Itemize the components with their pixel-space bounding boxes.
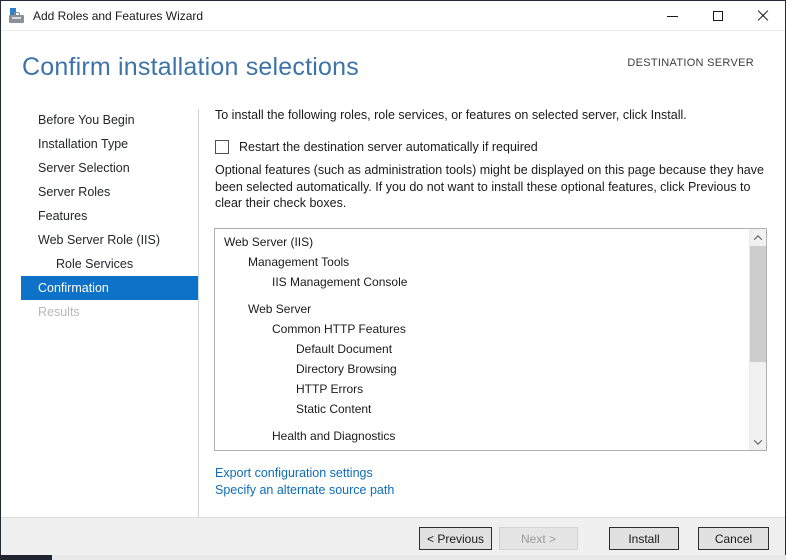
- tree-item[interactable]: HTTP Errors: [215, 379, 749, 399]
- optional-features-note: Optional features (such as administratio…: [215, 163, 764, 210]
- list-scrollbar[interactable]: [749, 229, 766, 450]
- tree-item[interactable]: Web Server (IIS): [215, 232, 749, 252]
- tree-item[interactable]: HTTP Logging: [215, 446, 749, 450]
- previous-button[interactable]: < Previous: [419, 527, 492, 550]
- tree-item[interactable]: Directory Browsing: [215, 359, 749, 379]
- wizard-window: Add Roles and Features Wizard Confirm in…: [0, 0, 786, 555]
- sidebar-item-web-server-role-iis[interactable]: Web Server Role (IIS): [21, 228, 198, 252]
- page-title: Confirm installation selections: [22, 53, 359, 81]
- minimize-icon: [667, 15, 678, 17]
- tree-item[interactable]: Health and Diagnostics: [215, 426, 749, 446]
- cancel-button[interactable]: Cancel: [698, 527, 769, 550]
- sidebar-item-installation-type[interactable]: Installation Type: [21, 132, 198, 156]
- tree-item[interactable]: Static Content: [215, 399, 749, 419]
- sidebar-divider: [198, 109, 199, 517]
- sidebar-item-before-you-begin[interactable]: Before You Begin: [21, 108, 198, 132]
- restart-checkbox[interactable]: [215, 140, 229, 154]
- maximize-button[interactable]: [695, 1, 740, 31]
- sidebar-item-results: Results: [38, 305, 80, 319]
- scrollbar-thumb[interactable]: [750, 246, 766, 362]
- tree-item[interactable]: IIS Management Console: [215, 272, 749, 292]
- tree-item[interactable]: Common HTTP Features: [215, 319, 749, 339]
- tree-item[interactable]: Web Server: [215, 299, 749, 319]
- install-button[interactable]: Install: [609, 527, 679, 550]
- footer-bar: < Previous Next > Install Cancel: [1, 517, 785, 555]
- intro-text: To install the following roles, role ser…: [215, 108, 687, 122]
- titlebar: Add Roles and Features Wizard: [1, 1, 785, 31]
- maximize-icon: [712, 11, 723, 21]
- server-manager-icon: [9, 7, 25, 24]
- close-icon: [757, 10, 769, 22]
- sidebar-item-features[interactable]: Features: [21, 204, 198, 228]
- chevron-up-icon: [753, 234, 763, 244]
- sidebar-item-server-roles[interactable]: Server Roles: [21, 180, 198, 204]
- export-configuration-link[interactable]: Export configuration settings: [215, 466, 373, 480]
- chevron-down-icon: [753, 435, 763, 445]
- tree-item[interactable]: Default Document: [215, 339, 749, 359]
- sidebar-item-role-services[interactable]: Role Services: [21, 252, 198, 276]
- close-button[interactable]: [740, 1, 785, 31]
- sidebar-item-server-selection[interactable]: Server Selection: [21, 156, 198, 180]
- tree-item[interactable]: Management Tools: [215, 252, 749, 272]
- wizard-steps-sidebar: Before You Begin Installation Type Serve…: [1, 108, 198, 324]
- window-title: Add Roles and Features Wizard: [33, 8, 204, 23]
- sidebar-item-confirmation[interactable]: Confirmation: [21, 276, 198, 300]
- destination-server-label: DESTINATION SERVER: [627, 57, 754, 69]
- scroll-up-button[interactable]: [750, 229, 766, 246]
- selected-items-list[interactable]: Web Server (IIS) Management Tools IIS Ma…: [214, 228, 767, 451]
- scroll-down-button[interactable]: [750, 433, 766, 450]
- minimize-button[interactable]: [650, 1, 695, 31]
- restart-checkbox-label[interactable]: Restart the destination server automatic…: [239, 140, 538, 154]
- next-button: Next >: [499, 527, 578, 550]
- desktop-background-sliver: [0, 555, 786, 560]
- alternate-source-path-link[interactable]: Specify an alternate source path: [215, 483, 394, 497]
